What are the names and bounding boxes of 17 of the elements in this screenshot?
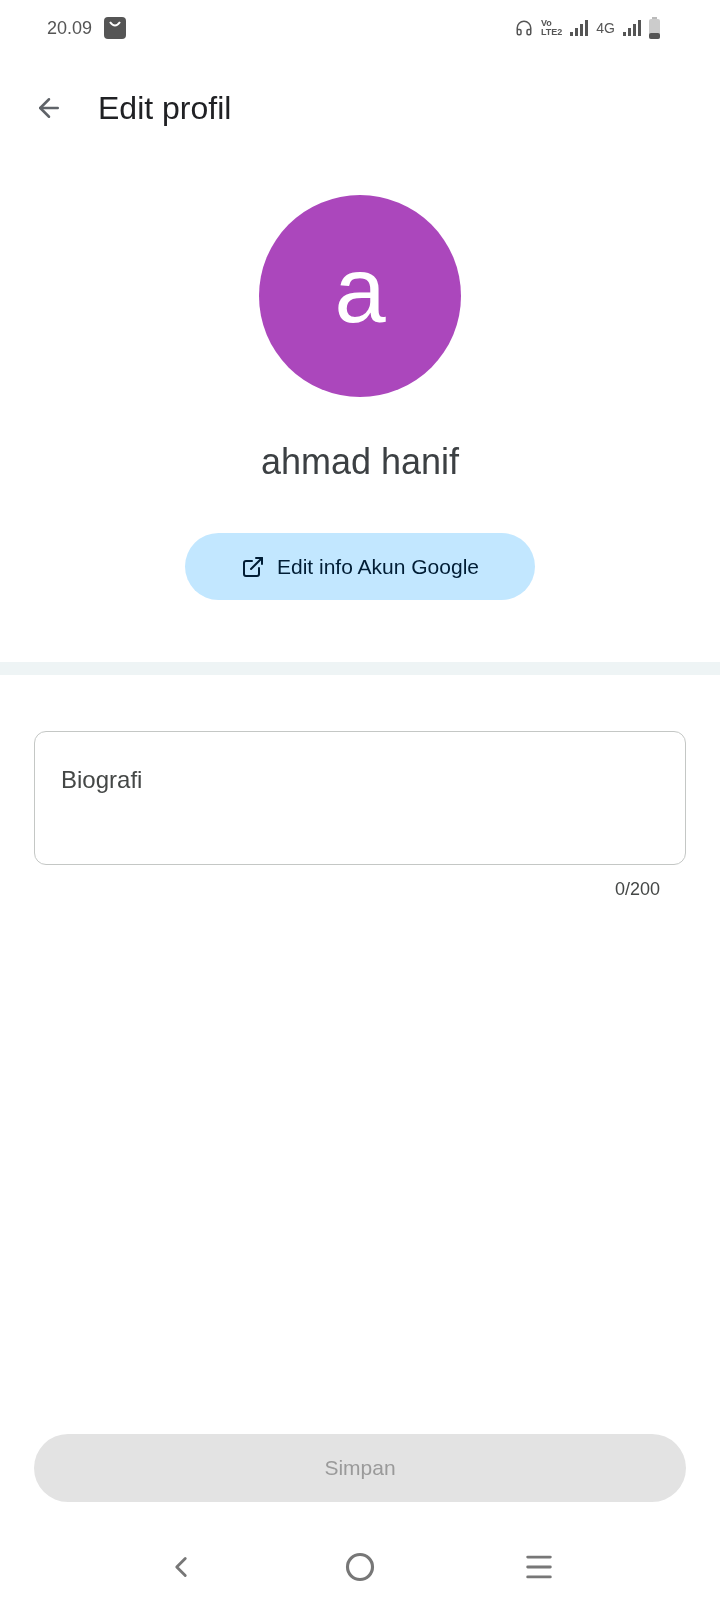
battery-icon xyxy=(649,17,660,39)
external-link-icon xyxy=(241,554,265,579)
lte-label: LTE2 xyxy=(540,28,563,37)
status-time: 20.09 xyxy=(47,16,93,40)
edit-google-account-button[interactable]: Edit info Akun Google xyxy=(185,533,535,600)
shopping-bag-icon xyxy=(104,17,127,39)
headphones-icon xyxy=(514,19,533,37)
bio-field[interactable]: Biografi xyxy=(34,731,686,865)
page-title: Edit profil xyxy=(98,89,232,128)
character-counter: 0/200 xyxy=(614,878,660,901)
profile-name: ahmad hanif xyxy=(260,440,460,484)
signal-icon xyxy=(570,20,589,36)
volte-label: Vo xyxy=(540,19,553,28)
avatar: a xyxy=(259,195,461,397)
network-type: 4G xyxy=(596,18,615,38)
home-nav-icon[interactable] xyxy=(345,1552,375,1582)
signal-icon xyxy=(623,20,641,36)
